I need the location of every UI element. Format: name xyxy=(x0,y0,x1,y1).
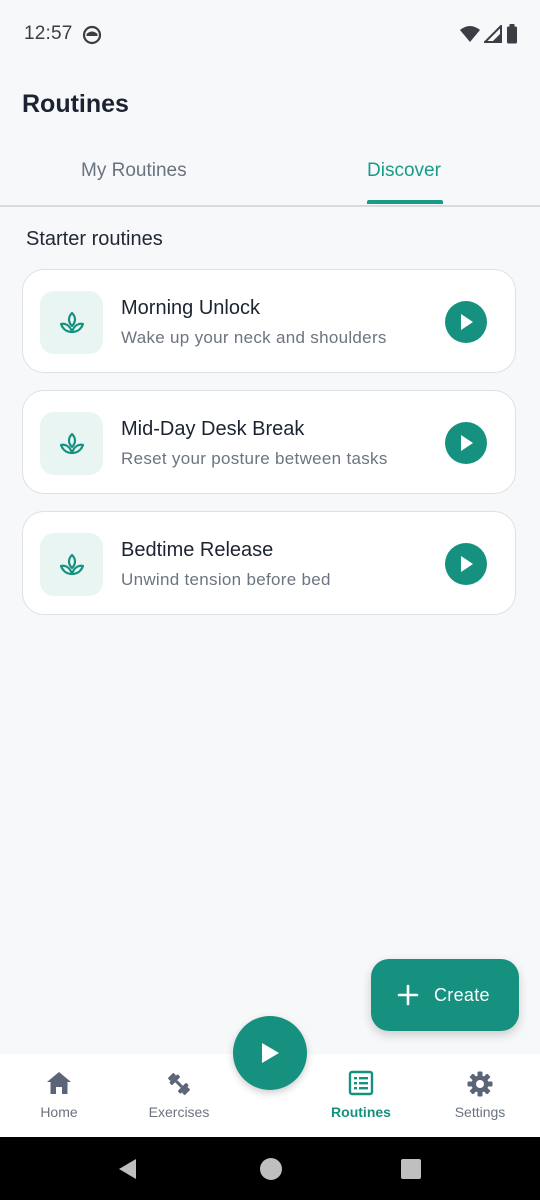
routine-card[interactable]: Bedtime Release Unwind tension before be… xyxy=(22,511,516,615)
play-routine-button[interactable] xyxy=(445,301,487,343)
back-icon[interactable] xyxy=(116,1157,140,1186)
notification-app-icon xyxy=(82,25,102,50)
nav-label-home: Home xyxy=(40,1104,78,1120)
status-time: 12:57 xyxy=(24,23,73,44)
tab-discover[interactable]: Discover xyxy=(367,160,441,182)
dumbbell-icon xyxy=(165,1070,193,1103)
routine-title: Mid-Day Desk Break xyxy=(121,418,305,440)
play-icon xyxy=(461,314,473,330)
routine-card[interactable]: Mid-Day Desk Break Reset your posture be… xyxy=(22,390,516,494)
nav-item-settings[interactable]: Settings xyxy=(430,1054,530,1137)
nav-item-home[interactable]: Home xyxy=(9,1054,109,1137)
routine-subtitle: Reset your posture between tasks xyxy=(121,449,388,468)
list-icon xyxy=(348,1070,374,1101)
nav-label-routines: Routines xyxy=(331,1104,391,1120)
play-icon xyxy=(461,556,473,572)
battery-icon xyxy=(506,24,518,49)
tab-my-routines[interactable]: My Routines xyxy=(81,160,187,182)
plus-icon xyxy=(397,984,419,1011)
gear-icon xyxy=(466,1070,494,1103)
sprout-icon xyxy=(40,291,103,354)
tab-indicator xyxy=(367,200,443,204)
sprout-icon xyxy=(40,533,103,596)
section-title: Starter routines xyxy=(26,228,163,250)
status-bar: 12:57 xyxy=(0,0,540,70)
page-title: Routines xyxy=(22,90,129,118)
play-icon xyxy=(461,435,473,451)
wifi-icon xyxy=(460,25,480,48)
routine-subtitle: Wake up your neck and shoulders xyxy=(121,328,387,347)
play-routine-button[interactable] xyxy=(445,543,487,585)
nav-label-exercises: Exercises xyxy=(148,1104,210,1120)
start-session-button[interactable] xyxy=(233,1016,307,1090)
status-icons xyxy=(460,23,518,49)
home-icon xyxy=(45,1070,73,1101)
routine-card[interactable]: Morning Unlock Wake up your neck and sho… xyxy=(22,269,516,373)
sprout-icon xyxy=(40,412,103,475)
nav-label-settings: Settings xyxy=(454,1104,506,1120)
play-icon xyxy=(262,1043,279,1063)
nav-item-routines[interactable]: Routines xyxy=(311,1054,411,1137)
tab-bar: My Routines Discover xyxy=(0,148,540,207)
nav-item-exercises[interactable]: Exercises xyxy=(129,1054,229,1137)
home-circle-icon[interactable] xyxy=(259,1157,283,1186)
recents-icon[interactable] xyxy=(400,1158,422,1185)
cell-signal-icon xyxy=(482,23,502,48)
routine-subtitle: Unwind tension before bed xyxy=(121,570,331,589)
create-button-label: Create xyxy=(434,985,490,1005)
create-routine-button[interactable]: Create xyxy=(371,959,519,1031)
routine-title: Morning Unlock xyxy=(121,297,260,319)
routine-title: Bedtime Release xyxy=(121,539,274,561)
play-routine-button[interactable] xyxy=(445,422,487,464)
system-nav-bar xyxy=(0,1137,540,1200)
